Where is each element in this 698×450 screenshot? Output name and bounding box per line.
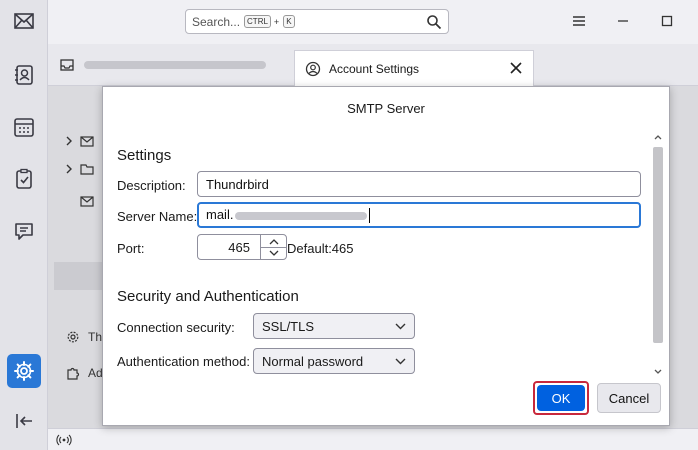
inbox-icon (60, 59, 74, 71)
port-increment-button[interactable] (261, 235, 286, 247)
maximize-icon[interactable] (658, 12, 676, 30)
description-field[interactable] (197, 171, 641, 197)
auth-method-value: Normal password (262, 353, 364, 369)
calendar-space-button[interactable] (7, 110, 41, 144)
redacted-server-domain (235, 211, 368, 220)
connection-security-value: SSL/TLS (262, 318, 315, 334)
online-status-icon[interactable] (56, 433, 72, 447)
text-cursor (369, 208, 371, 224)
ok-button[interactable]: OK (537, 385, 585, 411)
puzzle-icon (67, 367, 80, 380)
collapse-spaces-button[interactable] (7, 404, 41, 438)
account-icon (80, 136, 94, 147)
connection-security-select[interactable]: SSL/TLS (253, 313, 415, 339)
search-box[interactable]: Search... CTRL + K (185, 9, 449, 34)
chevron-down-icon (395, 323, 406, 330)
settings-link-label: Th (88, 330, 103, 344)
spaces-toolbar (0, 0, 48, 450)
dialog-content: Settings Description: Server Name: mail.… (103, 129, 649, 381)
tab-account-settings[interactable]: Account Settings (294, 50, 534, 86)
address-book-space-button[interactable] (7, 58, 41, 92)
account-settings-icon (305, 61, 321, 76)
addons-link-label: Ad (88, 366, 103, 380)
chevron-down-icon (395, 358, 406, 365)
tree-row[interactable] (62, 134, 94, 148)
status-bar (48, 428, 698, 450)
tree-row[interactable] (62, 162, 94, 176)
description-label: Description: (117, 178, 186, 193)
port-stepper[interactable]: 465 (197, 234, 287, 260)
calendar-icon (14, 118, 34, 137)
search-placeholder: Search... (192, 14, 241, 29)
settings-heading: Settings (117, 147, 172, 164)
port-value: 465 (228, 240, 250, 255)
chevron-right-icon (66, 136, 72, 146)
tab-inbox[interactable] (60, 58, 266, 72)
shortcut-key-ctrl: CTRL (244, 15, 271, 28)
gear-icon (67, 331, 79, 343)
chevron-up-icon (269, 238, 278, 244)
port-default: Default:465 (287, 241, 354, 256)
search-icon[interactable] (426, 14, 442, 30)
mail-space-button[interactable] (7, 4, 41, 38)
auth-method-label: Authentication method: (117, 354, 250, 369)
address-book-icon (15, 65, 33, 85)
chevron-down-icon (269, 250, 278, 256)
port-decrement-button[interactable] (261, 247, 286, 259)
redacted-account-name (84, 61, 266, 69)
folder-icon (80, 164, 94, 175)
tasks-space-button[interactable] (7, 162, 41, 196)
collapse-icon (16, 414, 32, 428)
scroll-down-icon[interactable] (653, 367, 663, 377)
shortcut-key-k: K (283, 15, 295, 28)
settings-link[interactable]: Th (62, 330, 102, 344)
connection-security-label: Connection security: (117, 320, 235, 335)
security-heading: Security and Authentication (117, 288, 299, 305)
dialog-scrollbar[interactable] (651, 129, 665, 381)
pane-button[interactable] (54, 262, 102, 290)
shortcut-plus: + (273, 16, 280, 27)
port-label: Port: (117, 241, 145, 256)
tree-row[interactable] (62, 194, 94, 208)
gear-icon (14, 361, 34, 381)
smtp-icon (80, 196, 94, 207)
smtp-server-dialog: SMTP Server Settings Description: Server… (102, 86, 670, 426)
server-name-field[interactable]: mail. (197, 202, 641, 228)
tab-bar: Account Settings (48, 44, 698, 86)
tasks-icon (16, 168, 32, 189)
port-spin-buttons (260, 235, 286, 259)
dialog-title: SMTP Server (347, 101, 425, 116)
chat-icon (15, 223, 33, 240)
top-toolbar: Search... CTRL + K (48, 0, 698, 44)
minimize-icon[interactable] (614, 12, 632, 30)
auth-method-select[interactable]: Normal password (253, 348, 415, 374)
close-icon[interactable] (509, 61, 523, 75)
chat-space-button[interactable] (7, 214, 41, 248)
scrollbar-thumb[interactable] (653, 147, 663, 343)
chevron-right-icon (66, 164, 72, 174)
server-name-label: Server Name: (117, 209, 198, 224)
mail-icon (14, 13, 34, 29)
tab-label: Account Settings (329, 61, 420, 76)
scroll-up-icon[interactable] (653, 132, 663, 142)
server-name-value: mail. (206, 207, 234, 222)
settings-space-button[interactable] (7, 354, 41, 388)
addons-link[interactable]: Ad (62, 366, 103, 380)
cancel-button[interactable]: Cancel (597, 383, 661, 413)
menu-icon[interactable] (570, 12, 588, 30)
